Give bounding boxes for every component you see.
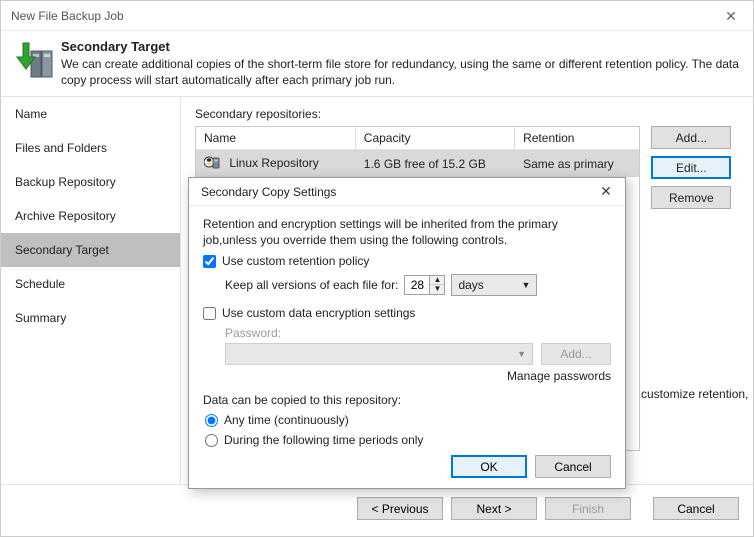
copy-periods-label: During the following time periods only <box>224 433 423 447</box>
titlebar: New File Backup Job ✕ <box>1 1 753 31</box>
copy-periods-radio[interactable] <box>205 434 218 447</box>
cancel-button[interactable]: Cancel <box>653 497 739 520</box>
linux-repo-icon <box>204 154 220 173</box>
step-secondary-target[interactable]: Secondary Target <box>1 233 180 267</box>
copy-anytime-row: Any time (continuously) <box>205 413 611 427</box>
wizard-steps: Name Files and Folders Backup Repository… <box>1 97 181 484</box>
cell-name: Linux Repository <box>229 156 318 170</box>
cell-capacity: 1.6 GB free of 15.2 GB <box>355 150 514 178</box>
step-archive-repository[interactable]: Archive Repository <box>1 199 180 233</box>
previous-button[interactable]: < Previous <box>357 497 443 520</box>
use-custom-retention-label: Use custom retention policy <box>222 254 369 268</box>
remove-button[interactable]: Remove <box>651 186 731 209</box>
keep-versions-row: Keep all versions of each file for: ▲ ▼ … <box>225 274 611 296</box>
password-row: ▼ Add... <box>225 343 611 365</box>
dialog-description: Retention and encryption settings will b… <box>203 216 611 248</box>
table-row[interactable]: Linux Repository 1.6 GB free of 15.2 GB … <box>196 150 639 178</box>
cell-retention: Same as primary <box>515 150 639 178</box>
page-title: Secondary Target <box>61 39 739 54</box>
keep-versions-input[interactable] <box>404 275 430 295</box>
dialog-close-icon[interactable]: ✕ <box>595 183 617 200</box>
copy-periods-row: During the following time periods only <box>205 433 611 447</box>
spinner-down-icon[interactable]: ▼ <box>430 285 444 294</box>
use-custom-encryption-label: Use custom data encryption settings <box>222 306 415 320</box>
password-label: Password: <box>225 326 611 340</box>
step-summary[interactable]: Summary <box>1 301 180 335</box>
step-schedule[interactable]: Schedule <box>1 267 180 301</box>
step-backup-repository[interactable]: Backup Repository <box>1 165 180 199</box>
keep-versions-spinner: ▲ ▼ <box>404 275 445 295</box>
keep-versions-label: Keep all versions of each file for: <box>225 278 398 292</box>
customize-note: customize retention, <box>641 387 748 401</box>
use-custom-retention-checkbox[interactable] <box>203 255 216 268</box>
wizard-window: New File Backup Job ✕ Secondary Target W… <box>0 0 754 537</box>
wizard-footer: < Previous Next > Finish Cancel <box>1 484 753 532</box>
chevron-down-icon: ▼ <box>517 349 526 359</box>
dialog-title: Secondary Copy Settings <box>201 185 336 199</box>
close-icon[interactable]: ✕ <box>719 1 743 31</box>
ok-button[interactable]: OK <box>451 455 527 478</box>
secondary-repos-label: Secondary repositories: <box>195 107 739 121</box>
step-files-and-folders[interactable]: Files and Folders <box>1 131 180 165</box>
use-custom-retention-row: Use custom retention policy <box>203 254 611 268</box>
keep-unit-value: days <box>458 278 483 292</box>
dialog-footer: OK Cancel <box>451 455 611 478</box>
step-name[interactable]: Name <box>1 97 180 131</box>
page-description: We can create additional copies of the s… <box>61 56 739 88</box>
copy-time-label: Data can be copied to this repository: <box>203 393 611 407</box>
finish-button[interactable]: Finish <box>545 497 631 520</box>
window-title: New File Backup Job <box>11 1 124 31</box>
use-custom-encryption-row: Use custom data encryption settings <box>203 306 611 320</box>
col-name[interactable]: Name <box>196 127 355 150</box>
add-button[interactable]: Add... <box>651 126 731 149</box>
manage-passwords-link[interactable]: Manage passwords <box>203 369 611 383</box>
dialog-titlebar: Secondary Copy Settings ✕ <box>189 178 625 206</box>
wizard-header: Secondary Target We can create additiona… <box>1 31 753 97</box>
wizard-icon <box>15 39 61 88</box>
secondary-copy-settings-dialog: Secondary Copy Settings ✕ Retention and … <box>188 177 626 489</box>
next-button[interactable]: Next > <box>451 497 537 520</box>
col-retention[interactable]: Retention <box>515 127 639 150</box>
copy-anytime-radio[interactable] <box>205 414 218 427</box>
password-select: ▼ <box>225 343 533 365</box>
repo-action-buttons: Add... Edit... Remove <box>651 126 731 216</box>
edit-button[interactable]: Edit... <box>651 156 731 179</box>
password-add-button: Add... <box>541 343 611 365</box>
use-custom-encryption-checkbox[interactable] <box>203 307 216 320</box>
col-capacity[interactable]: Capacity <box>355 127 514 150</box>
chevron-down-icon: ▼ <box>522 280 531 290</box>
dialog-cancel-button[interactable]: Cancel <box>535 455 611 478</box>
keep-unit-select[interactable]: days ▼ <box>451 274 537 296</box>
copy-anytime-label: Any time (continuously) <box>224 413 349 427</box>
